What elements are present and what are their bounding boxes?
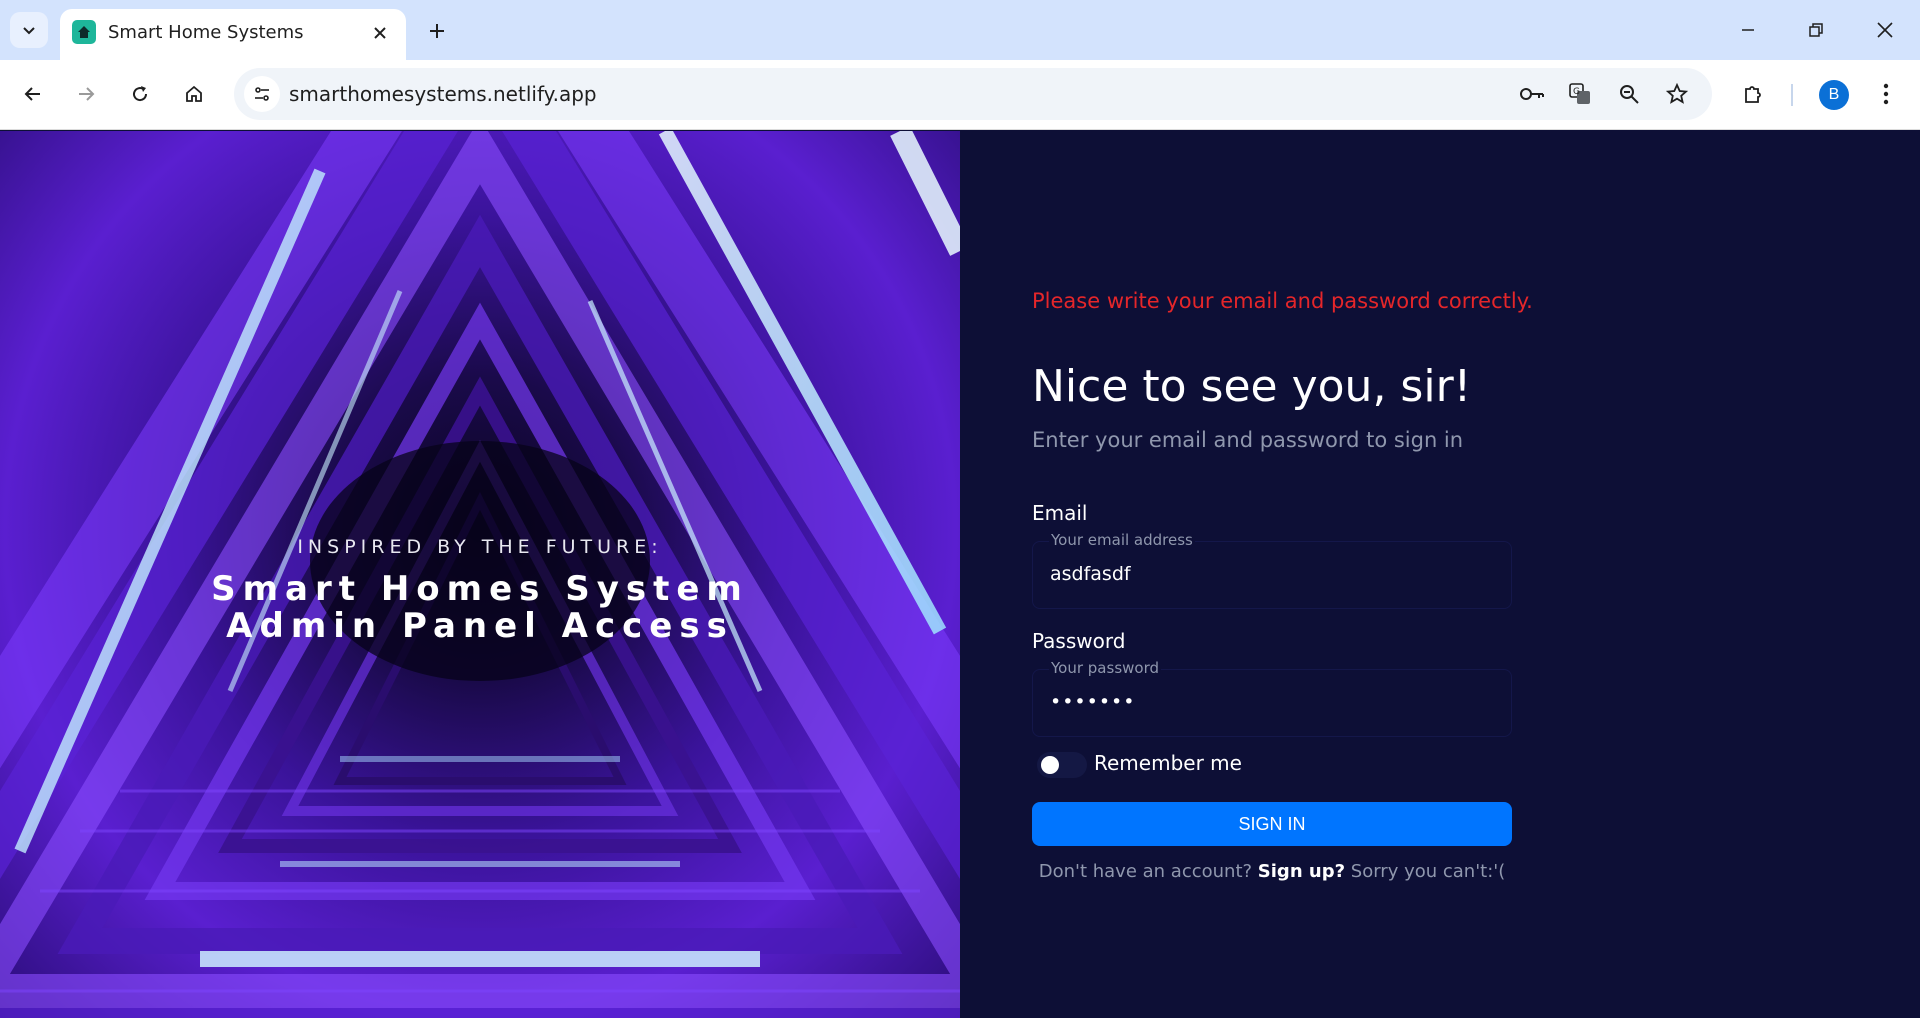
close-icon — [1877, 22, 1893, 38]
browser-tab-bar: Smart Home Systems — [0, 0, 1920, 60]
window-close-button[interactable] — [1865, 10, 1905, 50]
hero-eyebrow: INSPIRED BY THE FUTURE: — [297, 536, 663, 558]
tab-title: Smart Home Systems — [108, 22, 304, 43]
hero-image-panel: INSPIRED BY THE FUTURE: Smart Homes Syst… — [0, 131, 960, 1018]
hero-title-line-2: Admin Panel Access — [226, 606, 734, 646]
forward-button[interactable] — [66, 74, 106, 114]
profile-avatar[interactable]: B — [1819, 80, 1849, 110]
reload-icon — [133, 86, 148, 102]
toolbar-divider — [1791, 84, 1793, 106]
page-title: Nice to see you, sir! — [1032, 361, 1472, 412]
tune-icon — [255, 87, 269, 101]
password-field[interactable]: Your password ••••••• — [1032, 659, 1512, 737]
minimize-button[interactable] — [1728, 10, 1768, 50]
more-vert-icon — [1883, 83, 1889, 105]
signup-footer: Don't have an account? Sign up? Sorry yo… — [1032, 861, 1512, 882]
plus-icon — [430, 24, 444, 38]
signup-apology: Sorry you can't:'( — [1350, 861, 1506, 882]
page-subtitle: Enter your email and password to sign in — [1032, 428, 1464, 452]
puzzle-icon — [1745, 86, 1761, 103]
password-label: Password — [1032, 629, 1126, 653]
extensions-button[interactable] — [1733, 74, 1773, 114]
hero-title: Smart Homes System Admin Panel Access — [0, 571, 960, 645]
error-message: Please write your email and password cor… — [1032, 289, 1533, 313]
restore-button[interactable] — [1796, 10, 1836, 50]
menu-button[interactable] — [1866, 74, 1906, 114]
signup-link[interactable]: Sign up? — [1258, 861, 1345, 882]
remember-me-toggle[interactable] — [1037, 752, 1087, 778]
reload-button[interactable] — [120, 74, 160, 114]
email-label: Email — [1032, 501, 1088, 525]
page-content: INSPIRED BY THE FUTURE: Smart Homes Syst… — [0, 131, 1920, 1018]
back-button[interactable] — [13, 74, 53, 114]
email-field[interactable]: Your email address asdfasdf — [1032, 531, 1512, 609]
password-field-value: ••••••• — [1050, 691, 1136, 713]
browser-tab[interactable]: Smart Home Systems — [60, 9, 406, 60]
minimize-icon — [1742, 29, 1754, 31]
toggle-knob — [1041, 756, 1059, 774]
url-text[interactable]: smarthomesystems.netlify.app — [289, 82, 597, 106]
zoom-icon[interactable] — [1612, 77, 1646, 111]
site-info-button[interactable] — [244, 76, 280, 112]
new-tab-button[interactable] — [420, 14, 454, 48]
close-icon[interactable] — [368, 21, 392, 45]
address-bar[interactable]: smarthomesystems.netlify.app G — [234, 68, 1712, 120]
svg-text:G: G — [1573, 87, 1580, 97]
signup-prompt: Don't have an account? — [1038, 861, 1253, 882]
remember-me-label[interactable]: Remember me — [1094, 751, 1242, 775]
tab-search-button[interactable] — [10, 12, 48, 48]
arrow-right-icon — [79, 87, 95, 101]
password-field-legend: Your password — [1049, 659, 1162, 677]
password-key-icon[interactable] — [1515, 77, 1549, 111]
home-icon — [72, 20, 96, 44]
bookmark-star-icon[interactable] — [1660, 77, 1694, 111]
browser-toolbar: smarthomesystems.netlify.app G B — [0, 60, 1920, 130]
home-button[interactable] — [174, 74, 214, 114]
home-icon — [186, 85, 202, 102]
restore-icon — [1809, 23, 1823, 37]
hero-title-line-1: Smart Homes System — [211, 569, 749, 609]
chevron-down-icon — [23, 27, 35, 35]
translate-icon[interactable]: G — [1563, 77, 1597, 111]
arrow-left-icon — [24, 87, 40, 101]
email-field-value: asdfasdf — [1050, 563, 1131, 585]
email-field-legend: Your email address — [1049, 531, 1195, 549]
sign-in-button[interactable]: SIGN IN — [1032, 802, 1512, 846]
